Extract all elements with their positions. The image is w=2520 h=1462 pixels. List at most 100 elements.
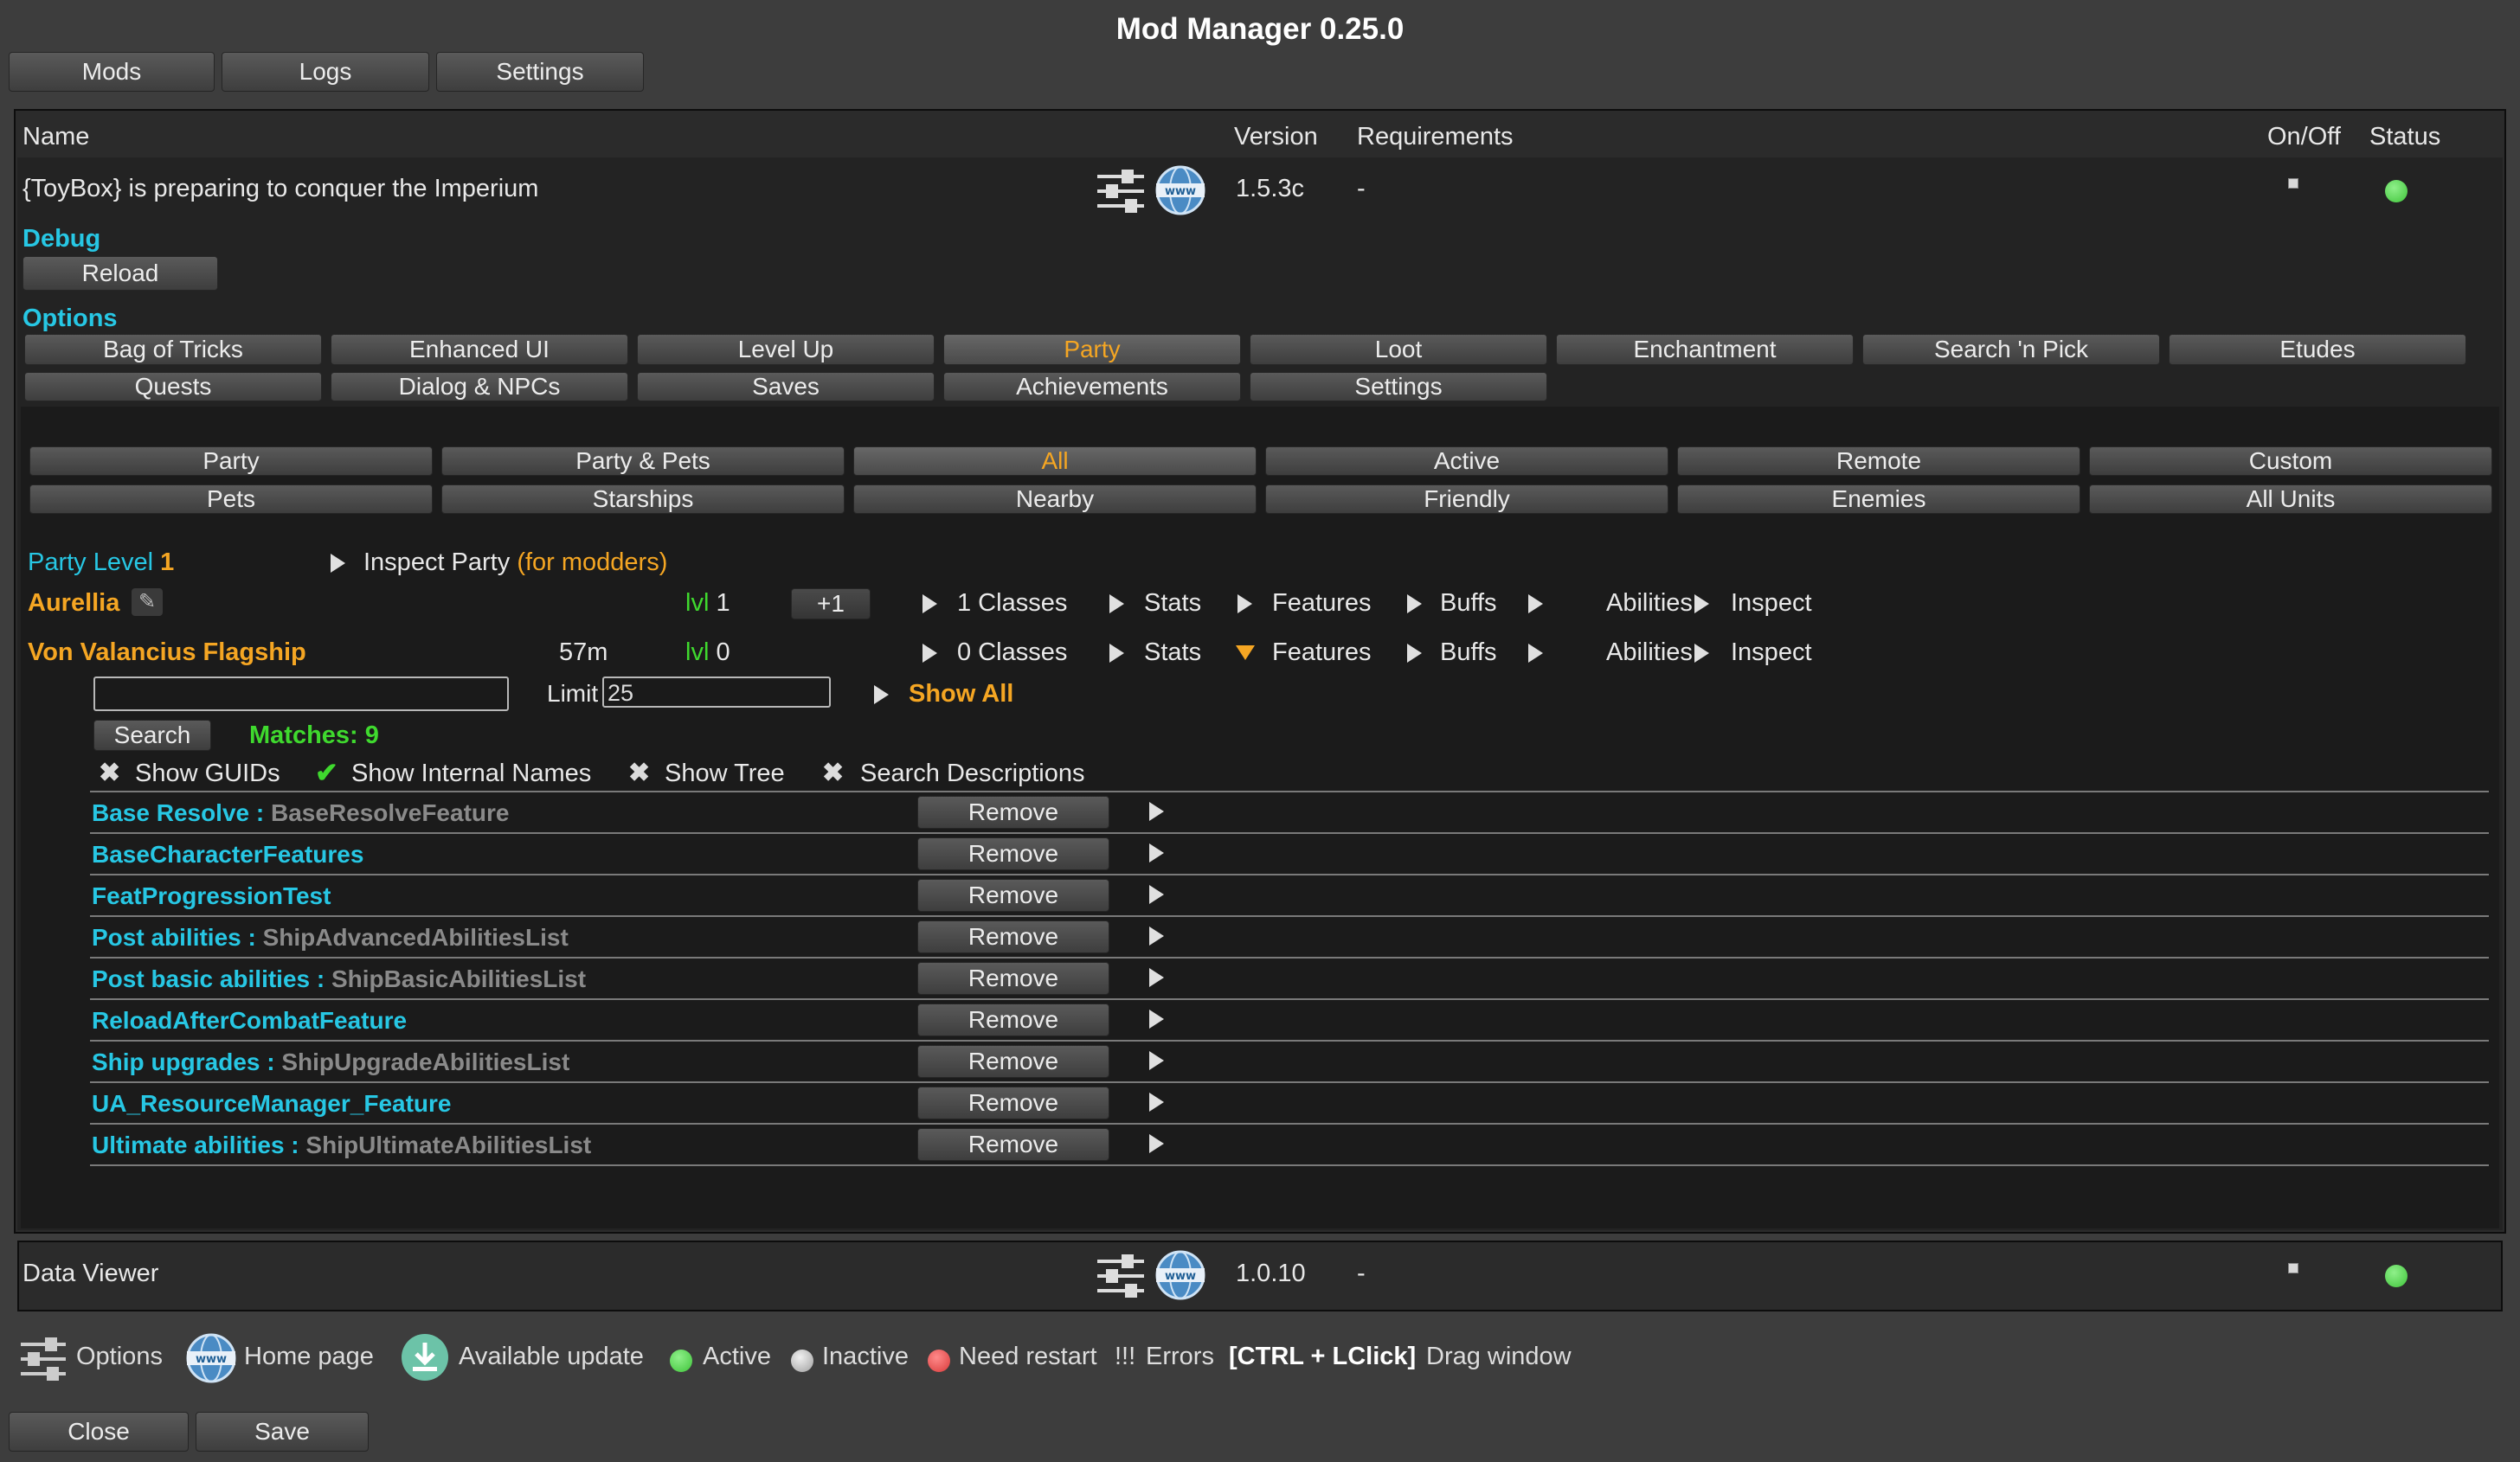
filter-friendly[interactable]: Friendly bbox=[1265, 484, 1668, 514]
tab-saves[interactable]: Saves bbox=[637, 372, 935, 401]
inspect-triangle-icon[interactable] bbox=[1694, 644, 1709, 663]
search-button[interactable]: Search bbox=[93, 720, 211, 751]
features-toggle[interactable]: Features bbox=[1272, 589, 1371, 618]
tab-etudes[interactable]: Etudes bbox=[2169, 334, 2466, 365]
tab-achievements[interactable]: Achievements bbox=[943, 372, 1241, 401]
remove-button[interactable]: Remove bbox=[917, 920, 1109, 953]
remove-button[interactable]: Remove bbox=[917, 1004, 1109, 1036]
feature-search-input[interactable] bbox=[93, 676, 509, 711]
filter-party[interactable]: Party bbox=[29, 446, 433, 476]
filter-all-units[interactable]: All Units bbox=[2089, 484, 2492, 514]
remove-button[interactable]: Remove bbox=[917, 1045, 1109, 1078]
inspect-triangle-icon[interactable] bbox=[1694, 594, 1709, 613]
remove-button[interactable]: Remove bbox=[917, 1128, 1109, 1161]
remove-button[interactable]: Remove bbox=[917, 879, 1109, 912]
onoff-toggle[interactable] bbox=[2288, 178, 2298, 189]
tab-bag-of-tricks[interactable]: Bag of Tricks bbox=[24, 334, 322, 365]
tab-search-n-pick[interactable]: Search 'n Pick bbox=[1862, 334, 2160, 365]
onoff-toggle[interactable] bbox=[2288, 1263, 2298, 1273]
remove-button[interactable]: Remove bbox=[917, 837, 1109, 870]
tab-dialog-npcs[interactable]: Dialog & NPCs bbox=[331, 372, 628, 401]
inspect-toggle[interactable]: Inspect bbox=[1731, 638, 1812, 667]
buffs-triangle-icon[interactable] bbox=[1407, 594, 1422, 613]
features-expanded-triangle-icon[interactable] bbox=[1236, 645, 1255, 660]
classes-toggle[interactable]: 0 Classes bbox=[957, 638, 1067, 667]
stats-toggle[interactable]: Stats bbox=[1144, 589, 1201, 618]
buffs-toggle[interactable]: Buffs bbox=[1440, 589, 1497, 618]
show-all-triangle-icon[interactable] bbox=[874, 685, 889, 704]
features-toggle[interactable]: Features bbox=[1272, 638, 1371, 667]
feature-label: Post abilities : ShipAdvancedAbilitiesLi… bbox=[92, 924, 569, 952]
expand-feature-triangle-icon[interactable] bbox=[1149, 843, 1164, 862]
expand-feature-triangle-icon[interactable] bbox=[1149, 927, 1164, 946]
save-button[interactable]: Save bbox=[196, 1412, 369, 1452]
show-all-toggle[interactable]: Show All bbox=[909, 680, 1013, 709]
tab-logs[interactable]: Logs bbox=[222, 52, 429, 92]
tab-settings[interactable]: Settings bbox=[436, 52, 644, 92]
abilities-triangle-icon[interactable] bbox=[1528, 644, 1543, 663]
tab-level-up[interactable]: Level Up bbox=[637, 334, 935, 365]
filter-all[interactable]: All bbox=[853, 446, 1257, 476]
inspect-party[interactable]: Inspect Party (for modders) bbox=[363, 548, 667, 577]
inspect-toggle[interactable]: Inspect bbox=[1731, 589, 1812, 618]
level-up-button[interactable]: +1 bbox=[791, 588, 871, 619]
filter-starships[interactable]: Starships bbox=[441, 484, 845, 514]
features-triangle-icon[interactable] bbox=[1238, 594, 1252, 613]
tab-quests[interactable]: Quests bbox=[24, 372, 322, 401]
filter-active[interactable]: Active bbox=[1265, 446, 1668, 476]
globe-icon[interactable]: www bbox=[1154, 1249, 1206, 1301]
search-desc-label[interactable]: Search Descriptions bbox=[860, 760, 1085, 788]
show-internal-label[interactable]: Show Internal Names bbox=[351, 760, 591, 788]
tab-options-settings[interactable]: Settings bbox=[1250, 372, 1547, 401]
edit-name-icon[interactable]: ✎ bbox=[132, 588, 163, 616]
limit-input[interactable]: 25 bbox=[602, 676, 831, 708]
show-guids-label[interactable]: Show GUIDs bbox=[135, 760, 280, 788]
reload-button[interactable]: Reload bbox=[22, 256, 218, 291]
abilities-toggle[interactable]: Abilities bbox=[1606, 638, 1693, 667]
buffs-triangle-icon[interactable] bbox=[1407, 644, 1422, 663]
expand-feature-triangle-icon[interactable] bbox=[1149, 1093, 1164, 1112]
tab-party[interactable]: Party bbox=[943, 334, 1241, 365]
expand-triangle-icon[interactable] bbox=[331, 554, 345, 573]
filter-custom[interactable]: Custom bbox=[2089, 446, 2492, 476]
expand-feature-triangle-icon[interactable] bbox=[1149, 1010, 1164, 1029]
remove-button[interactable]: Remove bbox=[917, 962, 1109, 995]
tab-mods[interactable]: Mods bbox=[9, 52, 215, 92]
show-guids-unchecked-icon[interactable]: ✖ bbox=[99, 758, 120, 788]
close-button[interactable]: Close bbox=[9, 1412, 189, 1452]
buffs-toggle[interactable]: Buffs bbox=[1440, 638, 1497, 667]
window-title[interactable]: Mod Manager 0.25.0 bbox=[0, 12, 2520, 47]
filter-remote[interactable]: Remote bbox=[1677, 446, 2080, 476]
filter-party-pets[interactable]: Party & Pets bbox=[441, 446, 845, 476]
show-tree-label[interactable]: Show Tree bbox=[665, 760, 785, 788]
remove-button[interactable]: Remove bbox=[917, 796, 1109, 829]
options-icon[interactable] bbox=[1096, 168, 1146, 215]
expand-feature-triangle-icon[interactable] bbox=[1149, 1051, 1164, 1070]
globe-icon[interactable]: www bbox=[1154, 164, 1206, 216]
stats-toggle[interactable]: Stats bbox=[1144, 638, 1201, 667]
filter-nearby[interactable]: Nearby bbox=[853, 484, 1257, 514]
show-tree-unchecked-icon[interactable]: ✖ bbox=[628, 758, 650, 788]
stats-triangle-icon[interactable] bbox=[1109, 644, 1124, 663]
inspect-party-label: Inspect Party bbox=[363, 548, 511, 576]
expand-feature-triangle-icon[interactable] bbox=[1149, 802, 1164, 821]
filter-pets[interactable]: Pets bbox=[29, 484, 433, 514]
expand-feature-triangle-icon[interactable] bbox=[1149, 968, 1164, 987]
classes-toggle[interactable]: 1 Classes bbox=[957, 589, 1067, 618]
tab-loot[interactable]: Loot bbox=[1250, 334, 1547, 365]
remove-button[interactable]: Remove bbox=[917, 1087, 1109, 1119]
tab-enhanced-ui[interactable]: Enhanced UI bbox=[331, 334, 628, 365]
classes-triangle-icon[interactable] bbox=[922, 644, 937, 663]
abilities-toggle[interactable]: Abilities bbox=[1606, 589, 1693, 618]
feature-label: ReloadAfterCombatFeature bbox=[92, 1007, 407, 1035]
abilities-triangle-icon[interactable] bbox=[1528, 594, 1543, 613]
stats-triangle-icon[interactable] bbox=[1109, 594, 1124, 613]
expand-feature-triangle-icon[interactable] bbox=[1149, 1134, 1164, 1153]
show-internal-checked-icon[interactable]: ✔ bbox=[315, 756, 338, 789]
tab-enchantment[interactable]: Enchantment bbox=[1556, 334, 1854, 365]
expand-feature-triangle-icon[interactable] bbox=[1149, 885, 1164, 904]
search-desc-unchecked-icon[interactable]: ✖ bbox=[822, 758, 844, 788]
filter-enemies[interactable]: Enemies bbox=[1677, 484, 2080, 514]
options-icon[interactable] bbox=[1096, 1253, 1146, 1299]
classes-triangle-icon[interactable] bbox=[922, 594, 937, 613]
